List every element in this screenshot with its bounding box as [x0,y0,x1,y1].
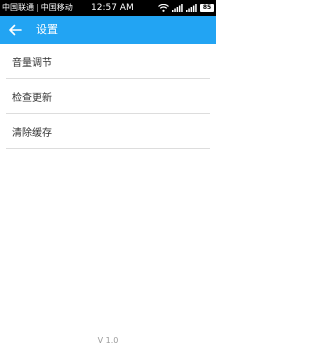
setting-clear-cache[interactable]: 清除缓存 [6,114,210,149]
carrier-2: 中国移动 [40,3,73,12]
app-version: V 1.0 [97,336,119,345]
status-time: 12:57 AM [91,3,134,13]
carrier-separator: | [36,3,39,12]
settings-list: 音量调节 检查更新 清除缓存 [0,44,216,149]
signal-1-icon [172,4,183,12]
battery-level: 85 [202,4,212,11]
setting-volume-adjust-label: 音量调节 [12,58,52,69]
arrow-left-icon[interactable] [8,23,22,37]
setting-check-update-label: 检查更新 [12,93,52,104]
carrier-1: 中国联通 [2,3,34,12]
setting-volume-adjust[interactable]: 音量调节 [6,44,210,79]
battery-icon: 85 [200,4,214,12]
setting-check-update[interactable]: 检查更新 [6,79,210,114]
app-bar: 设置 [0,16,216,44]
wifi-icon [158,4,169,12]
carrier-info: 中国联通 | 中国移动 [2,0,73,16]
status-indicators: 85 [158,0,214,16]
signal-2-icon [186,4,197,12]
page-title: 设置 [36,23,58,36]
status-bar: 中国联通 | 中国移动 12:57 AM 85 [0,0,216,16]
setting-clear-cache-label: 清除缓存 [12,128,52,139]
